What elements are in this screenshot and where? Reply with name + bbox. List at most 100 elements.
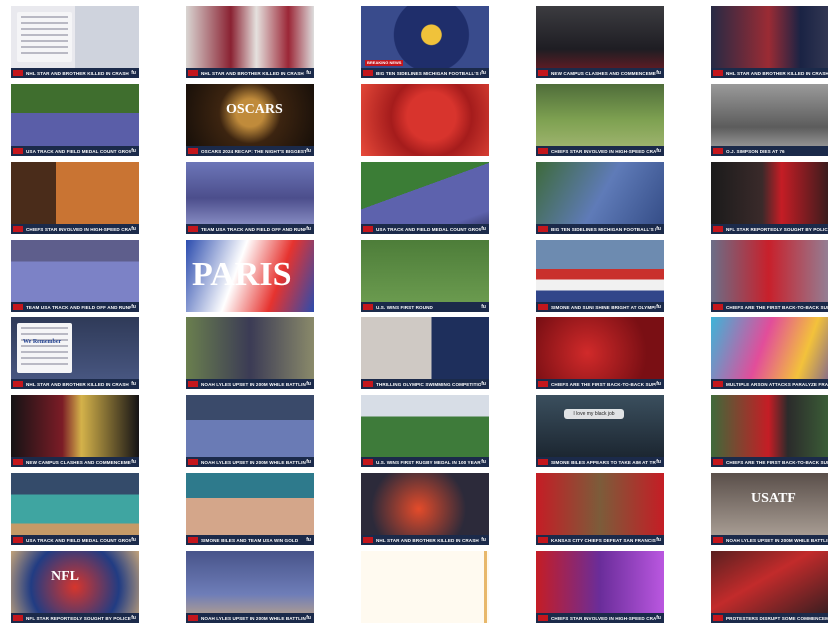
news-badge bbox=[188, 381, 198, 387]
video-thumbnail[interactable]: NOAH LYLES UPSET IN 200M WHILE BATTLING … bbox=[186, 317, 314, 389]
channel-logo: fu bbox=[131, 70, 136, 76]
caption-bar: O.J. SIMPSON DIES AT 76fu bbox=[711, 146, 828, 156]
headline-caption: NHL STAR AND BROTHER KILLED IN CRASH bbox=[726, 70, 828, 76]
headline-caption: SIMONE BILES APPEARS TO TAKE AIM AT TRUM… bbox=[551, 459, 657, 465]
news-badge bbox=[188, 459, 198, 465]
video-thumbnail[interactable]: PARIS bbox=[186, 240, 314, 312]
video-thumbnail[interactable]: TEAM USA TRACK AND FIELD OFF AND RUNNING… bbox=[186, 162, 314, 234]
headline-caption: USA TRACK AND FIELD MEDAL COUNT GROWS bbox=[26, 148, 132, 154]
video-thumbnail[interactable]: USATF NOAH LYLES UPSET IN 200M WHILE BATT… bbox=[711, 473, 828, 545]
news-badge bbox=[538, 381, 548, 387]
channel-logo: fu bbox=[306, 537, 311, 543]
video-thumbnail[interactable]: USA TRACK AND FIELD MEDAL COUNT GROWS fu bbox=[361, 162, 489, 234]
video-thumbnail[interactable] bbox=[361, 84, 489, 156]
video-thumbnail[interactable]: OSCARS OSCARS 2024 RECAP: THE NIGHT'S BIG… bbox=[186, 84, 314, 156]
headline-caption: NHL STAR AND BROTHER KILLED IN CRASH bbox=[201, 70, 304, 76]
video-thumbnail[interactable]: U.S. WINS FIRST ROUND fu bbox=[361, 240, 489, 312]
video-thumbnail[interactable]: NHL STAR AND BROTHER KILLED IN CRASHfu bbox=[361, 473, 489, 545]
caption-bar: NHL STAR AND BROTHER KILLED IN CRASHfu bbox=[711, 68, 828, 78]
video-thumbnail[interactable]: BIG TEN SIDELINES MICHIGAN FOOTBALL'S HE… bbox=[536, 162, 664, 234]
headline-caption: THRILLING OLYMPIC SWIMMING COMPETITION bbox=[376, 381, 482, 387]
news-badge bbox=[713, 148, 723, 154]
post-text-line bbox=[21, 16, 68, 18]
caption-bar: OSCARS 2024 RECAP: THE NIGHT'S BIGGEST M… bbox=[186, 146, 314, 156]
headline-caption: OSCARS 2024 RECAP: THE NIGHT'S BIGGEST M… bbox=[201, 148, 307, 154]
video-thumbnail[interactable]: O.J. SIMPSON DIES AT 76fu bbox=[711, 84, 828, 156]
video-thumbnail[interactable]: PROTESTERS DISRUPT SOME COMMENCEMENTSfu bbox=[711, 551, 828, 623]
video-thumbnail[interactable]: NOAH LYLES UPSET IN 200M WHILE BATTLING … bbox=[186, 551, 314, 623]
caption-bar: TEAM USA TRACK AND FIELD OFF AND RUNNING… bbox=[186, 224, 314, 234]
video-thumbnail[interactable]: NHL STAR AND BROTHER KILLED IN CRASHfu bbox=[711, 6, 828, 78]
headline-caption: NHL STAR AND BROTHER KILLED IN CRASH bbox=[26, 381, 129, 387]
post-text-line bbox=[21, 34, 68, 36]
channel-logo: fu bbox=[481, 226, 486, 232]
video-thumbnail[interactable]: I love my black job SIMONE BILES APPEARS … bbox=[536, 395, 664, 467]
video-thumbnail[interactable]: SIMONE BILES AND TEAM USA WIN GOLD fu bbox=[186, 473, 314, 545]
video-thumbnail[interactable]: USA TRACK AND FIELD MEDAL COUNT GROWS fu bbox=[11, 473, 139, 545]
channel-logo: fu bbox=[656, 226, 661, 232]
news-badge bbox=[13, 304, 23, 310]
thumbnail-edge bbox=[484, 551, 487, 623]
video-thumbnail[interactable]: NOAH LYLES UPSET IN 200M WHILE BATTLING … bbox=[186, 395, 314, 467]
headline-caption: MULTIPLE ARSON ATTACKS PARALYZE FRANCE'S… bbox=[726, 381, 828, 387]
video-thumbnail[interactable]: CHIEFS ARE THE FIRST BACK-TO-BACK SUPER … bbox=[711, 240, 828, 312]
channel-logo: fu bbox=[131, 615, 136, 621]
post-text-line bbox=[21, 40, 68, 42]
news-badge bbox=[13, 615, 23, 621]
caption-bar: USA TRACK AND FIELD MEDAL COUNT GROWS fu bbox=[361, 224, 489, 234]
video-thumbnail[interactable]: NHL STAR AND BROTHER KILLED IN CRASHfu bbox=[186, 6, 314, 78]
news-badge bbox=[713, 459, 723, 465]
channel-logo: fu bbox=[481, 537, 486, 543]
news-badge bbox=[13, 537, 23, 543]
video-thumbnail[interactable]: CHIEFS STAR INVOLVED IN HIGH-SPEED CRASH… bbox=[536, 84, 664, 156]
caption-bar: SIMONE BILES AND TEAM USA WIN GOLD fu bbox=[186, 535, 314, 545]
video-thumbnail[interactable]: NFL NFL STAR REPORTEDLY SOUGHT BY POLICE … bbox=[11, 551, 139, 623]
caption-bar: NHL STAR AND BROTHER KILLED IN CRASHfu bbox=[186, 68, 314, 78]
video-thumbnail[interactable]: BREAKING NEWS BIG TEN SIDELINES MICHIGAN … bbox=[361, 6, 489, 78]
video-thumbnail[interactable]: THRILLING OLYMPIC SWIMMING COMPETITION fu bbox=[361, 317, 489, 389]
breaking-news-banner: BREAKING NEWS bbox=[365, 60, 404, 66]
video-thumbnail[interactable]: U.S. WINS FIRST RUGBY MEDAL IN 100 YEARS… bbox=[361, 395, 489, 467]
video-thumbnail[interactable]: CHIEFS STAR INVOLVED IN HIGH-SPEED CRASH… bbox=[536, 551, 664, 623]
headline-caption: U.S. WINS FIRST ROUND bbox=[376, 304, 433, 310]
video-thumbnail[interactable]: NEW CAMPUS CLASHES AND COMMENCEMENTS fu bbox=[11, 395, 139, 467]
news-badge bbox=[188, 148, 198, 154]
headline-caption: NEW CAMPUS CLASHES AND COMMENCEMENTS bbox=[26, 459, 132, 465]
news-badge bbox=[188, 70, 198, 76]
news-badge bbox=[363, 70, 373, 76]
video-thumbnail[interactable]: CHIEFS STAR INVOLVED IN HIGH-SPEED CRASH… bbox=[11, 162, 139, 234]
channel-logo: fu bbox=[481, 459, 486, 465]
video-thumbnail[interactable]: TEAM USA TRACK AND FIELD OFF AND RUNNING… bbox=[11, 240, 139, 312]
video-thumbnail[interactable]: NHL STAR AND BROTHER KILLED IN CRASHfu bbox=[11, 6, 139, 78]
video-thumbnail[interactable]: MULTIPLE ARSON ATTACKS PARALYZE FRANCE'S… bbox=[711, 317, 828, 389]
video-thumbnail[interactable] bbox=[361, 551, 489, 623]
video-thumbnail[interactable]: NFL STAR REPORTEDLY SOUGHT BY POLICE FOR… bbox=[711, 162, 828, 234]
video-thumbnail[interactable]: NEW CAMPUS CLASHES AND COMMENCEMENTS fu bbox=[536, 6, 664, 78]
news-badge bbox=[538, 459, 548, 465]
post-text-line bbox=[21, 22, 68, 24]
headline-caption: NOAH LYLES UPSET IN 200M WHILE BATTLING … bbox=[201, 459, 306, 465]
news-badge bbox=[363, 304, 373, 310]
news-badge bbox=[713, 304, 723, 310]
channel-logo: fu bbox=[131, 381, 136, 387]
video-thumbnail[interactable]: USA TRACK AND FIELD MEDAL COUNT GROWS fu bbox=[11, 84, 139, 156]
channel-logo: fu bbox=[306, 226, 311, 232]
post-text-line bbox=[21, 345, 68, 347]
caption-bar: USA TRACK AND FIELD MEDAL COUNT GROWS fu bbox=[11, 146, 139, 156]
video-thumbnail[interactable]: CHIEFS ARE THE FIRST BACK-TO-BACK SUPER … bbox=[536, 317, 664, 389]
news-badge bbox=[713, 537, 723, 543]
video-thumbnail[interactable]: KANSAS CITY CHIEFS DEFEAT SAN FRANCISCO … bbox=[536, 473, 664, 545]
thumbnail-overlay-text: NFL bbox=[51, 569, 79, 584]
channel-logo: fu bbox=[306, 381, 311, 387]
news-badge bbox=[538, 537, 548, 543]
caption-bar: U.S. WINS FIRST ROUND fu bbox=[361, 302, 489, 312]
news-badge bbox=[363, 537, 373, 543]
channel-logo: fu bbox=[131, 537, 136, 543]
news-badge bbox=[363, 226, 373, 232]
video-thumbnail[interactable]: SIMONE AND SUNI SHINE BRIGHT AT OLYMPICS… bbox=[536, 240, 664, 312]
headline-caption: SIMONE AND SUNI SHINE BRIGHT AT OLYMPICS bbox=[551, 304, 657, 310]
news-badge bbox=[713, 615, 723, 621]
video-thumbnail[interactable]: CHIEFS ARE THE FIRST BACK-TO-BACK SUPER … bbox=[711, 395, 828, 467]
video-thumbnail[interactable]: We Remember NHL STAR AND BROTHER KILLED I… bbox=[11, 317, 139, 389]
caption-bar: NHL STAR AND BROTHER KILLED IN CRASHfu bbox=[11, 68, 139, 78]
